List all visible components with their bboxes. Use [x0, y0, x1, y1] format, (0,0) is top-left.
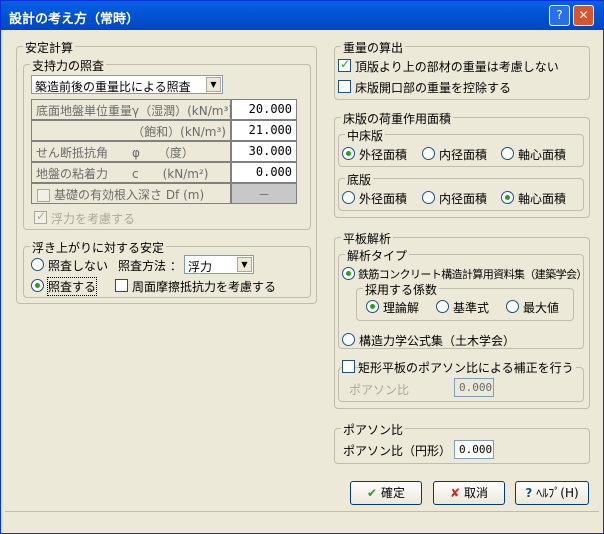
rect-poisson-field-label: ポアソン比: [349, 383, 410, 397]
mid-inner-radio[interactable]: [422, 147, 435, 160]
group-slab-area-label: 床版の荷重作用面積: [341, 110, 454, 127]
bottom-outer-radio[interactable]: [342, 191, 355, 204]
bearing-param-table: 底面地盤単位重量γ（湿潤）(kN/m³) 20.000 （飽和）(kN/m³) …: [31, 99, 297, 205]
check-icon: ✔: [366, 486, 378, 500]
group-weight-label: 重量の算出: [341, 39, 406, 56]
bottom-outer-label: 外径面積: [359, 192, 408, 206]
status-bar: [5, 511, 599, 529]
uplift-method-label: 照査方法 ：: [118, 259, 182, 273]
opening-weight-label: 床版開口部の重量を控除する: [355, 81, 512, 95]
row-value-input[interactable]: 20.000: [231, 99, 297, 120]
bottom-inner-radio[interactable]: [422, 191, 435, 204]
help-icon[interactable]: ?: [549, 5, 570, 26]
cancel-label: 取消: [464, 486, 489, 500]
bottom-axis-label: 軸心面積: [518, 192, 567, 206]
coef-standard-label: 基準式: [453, 301, 490, 315]
mid-axis-label: 軸心面積: [518, 148, 567, 162]
bottom-inner-label: 内径面積: [439, 192, 488, 206]
mid-outer-radio[interactable]: [342, 147, 355, 160]
chevron-down-icon[interactable]: ▼: [206, 77, 221, 92]
uplift-method-value: 浮力: [188, 260, 213, 274]
uplift-check-label: 照査する: [46, 277, 98, 296]
close-icon[interactable]: ✕: [573, 5, 594, 26]
uplift-method-select[interactable]: 浮力 ▼: [184, 255, 254, 274]
row-value-input[interactable]: 21.000: [231, 120, 297, 141]
coef-max-label: 最大値: [523, 301, 560, 315]
uplift-check-radio[interactable]: [31, 279, 44, 292]
buoyancy-label: 浮力を考慮する: [51, 212, 136, 226]
rect-poisson-input[interactable]: 0.000: [454, 378, 494, 397]
friction-checkbox[interactable]: [115, 279, 128, 292]
group-stability-label: 安定計算: [23, 39, 76, 56]
row-label: せん断抵抗角 φ （度）: [31, 141, 231, 162]
mid-inner-label: 内径面積: [439, 148, 488, 162]
coef-standard-radio[interactable]: [436, 300, 449, 313]
coef-theory-radio[interactable]: [366, 300, 379, 313]
bottom-axis-radio[interactable]: [501, 191, 514, 204]
row-label: （飽和）(kN/m³): [31, 120, 231, 141]
type-rc-label: 鉄筋コンクリート構造計算用資料集（建築学会）: [358, 268, 587, 281]
type-civil-label: 構造力学公式集（土木学会）: [359, 334, 516, 348]
rect-poisson-checkbox[interactable]: [342, 360, 355, 373]
type-civil-radio[interactable]: [342, 333, 355, 346]
mid-axis-radio[interactable]: [501, 147, 514, 160]
group-bearing-label: 支持力の照査: [30, 57, 107, 74]
help-button[interactable]: ? ﾍﾙﾌﾟ(H): [515, 481, 589, 505]
row-label: 地盤の粘着力 c (kN/m²): [31, 162, 231, 183]
poisson-circle-label: ポアソン比（円形）: [343, 444, 452, 458]
chevron-down-icon[interactable]: ▼: [237, 257, 252, 272]
row-label: 底面地盤単位重量γ（湿潤）(kN/m³): [31, 99, 233, 120]
uplift-none-label: 照査しない: [48, 259, 109, 273]
row-value-df: －: [231, 183, 297, 204]
df-label: 基礎の有効根入深さ Df (m): [54, 188, 205, 202]
row-value-input[interactable]: 30.000: [231, 141, 297, 162]
rect-poisson-label: 矩形平板のポアソン比による補正を行う: [358, 359, 576, 376]
ok-label: 確定: [381, 486, 406, 500]
mid-outer-label: 外径面積: [359, 148, 408, 162]
cross-icon: ✘: [449, 486, 461, 500]
coef-max-radio[interactable]: [506, 300, 519, 313]
bearing-method-select[interactable]: 築造前後の重量比による照査 ▼: [31, 75, 223, 94]
row-label-df: 基礎の有効根入深さ Df (m): [31, 183, 231, 204]
top-weight-checkbox[interactable]: [338, 57, 351, 72]
row-value-input[interactable]: 0.000: [231, 162, 297, 183]
poisson-circle-input[interactable]: 0.000: [454, 440, 494, 459]
coef-theory-label: 理論解: [383, 301, 420, 315]
ok-button[interactable]: ✔ 確定: [350, 481, 422, 505]
dialog-window: 設計の考え方（常時） ? ✕ 安定計算 支持力の照査 築造前後の重量比による照査…: [0, 0, 604, 534]
group-poisson-label: ポアソン比: [341, 421, 406, 438]
title-bar[interactable]: 設計の考え方（常時） ? ✕: [1, 1, 603, 30]
opening-weight-checkbox[interactable]: [338, 80, 351, 93]
friction-label: 周面摩擦抵抗力を考慮する: [132, 280, 277, 294]
type-rc-radio[interactable]: [342, 267, 355, 280]
group-analysis-type-label: 解析タイプ: [345, 247, 410, 264]
group-coef-label: 採用する係数: [363, 281, 440, 298]
help-label: ﾍﾙﾌﾟ(H): [536, 486, 579, 500]
window-title: 設計の考え方（常時）: [9, 12, 140, 27]
group-bottom-slab-label: 底版: [345, 171, 374, 188]
buoyancy-checkbox[interactable]: [34, 209, 47, 224]
group-uplift-label: 浮き上がりに対する安定: [30, 239, 167, 256]
top-weight-label: 頂版より上の部材の重量は考慮しない: [355, 60, 559, 74]
group-plate-label: 平板解析: [341, 230, 394, 247]
bearing-method-value: 築造前後の重量比による照査: [35, 80, 191, 94]
df-checkbox[interactable]: [37, 189, 50, 202]
question-icon: ?: [525, 486, 533, 500]
uplift-none-radio[interactable]: [31, 258, 44, 271]
cancel-button[interactable]: ✘ 取消: [433, 481, 505, 505]
group-mid-slab-label: 中床版: [345, 127, 386, 144]
